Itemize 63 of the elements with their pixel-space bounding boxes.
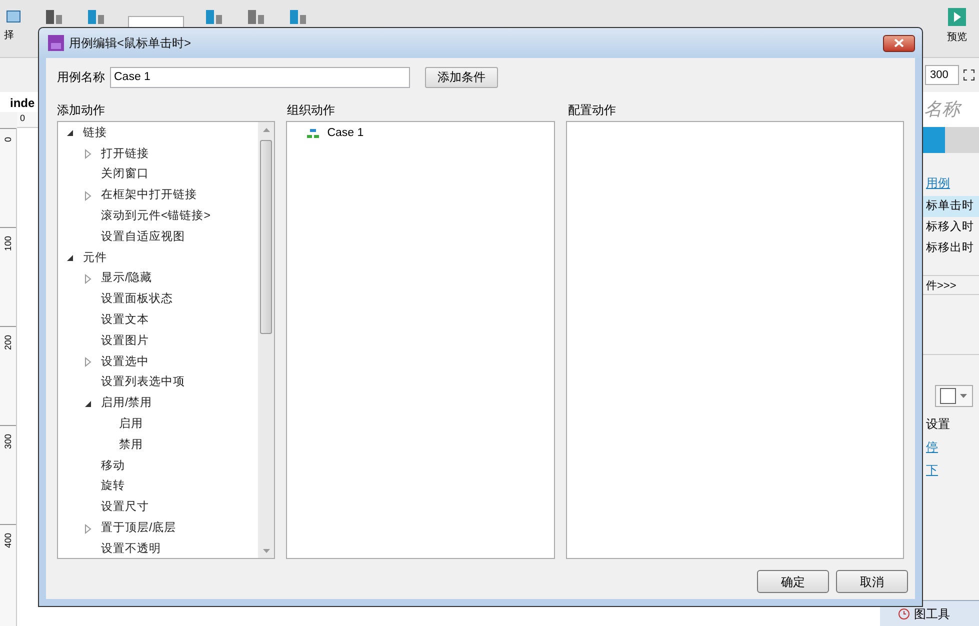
tree-item[interactable]: 设置自适应视图 — [101, 228, 185, 246]
dropdown-caret-icon — [960, 394, 967, 398]
expanded-triangle-icon[interactable] — [66, 129, 74, 138]
add-condition-button[interactable]: 添加条件 — [425, 66, 498, 88]
expanded-triangle-icon[interactable] — [66, 254, 74, 262]
tree-item[interactable]: 设置列表选中项 — [101, 374, 185, 392]
ruler-label: 400 — [2, 533, 14, 548]
ruler-label: 200 — [2, 335, 14, 350]
collapsed-triangle-icon[interactable] — [84, 524, 92, 534]
tree-item[interactable]: 设置选中 — [101, 354, 149, 371]
ruler-label: 300 — [2, 434, 14, 450]
case-name-label: 用例名称 — [57, 69, 106, 86]
tree-item[interactable]: 移动 — [101, 458, 125, 475]
dialog-title: 用例编辑<鼠标单击时> — [69, 35, 192, 52]
collapsed-triangle-icon[interactable] — [84, 274, 92, 284]
case-name-field[interactable]: Case 1 — [110, 66, 410, 88]
tree-item[interactable]: 打开链接 — [101, 146, 149, 163]
play-icon[interactable] — [948, 8, 966, 26]
clock-icon — [898, 608, 910, 620]
column-heading: 添加动作 — [57, 102, 106, 117]
tree-item[interactable]: 启用/禁用 — [101, 395, 152, 412]
scroll-thumb[interactable] — [260, 140, 272, 334]
width-field[interactable]: 300 — [925, 65, 959, 85]
case-tree-icon — [307, 129, 320, 139]
dialog-button[interactable]: 取消 — [836, 570, 908, 593]
tree-item[interactable]: 滚动到元件<锚链接> — [101, 208, 210, 226]
tree-item[interactable]: 设置文本 — [101, 312, 149, 330]
tree-item[interactable]: 置于顶层/底层 — [101, 520, 176, 538]
tree-item[interactable]: 元件 — [83, 250, 107, 267]
tree-item[interactable]: 启用 — [119, 416, 143, 434]
state-link[interactable]: 下 — [926, 461, 938, 479]
settings-label: 设置 — [925, 416, 951, 433]
tree-item[interactable]: 链接 — [83, 124, 107, 142]
ruler-label: 0 — [2, 137, 14, 142]
fit-icon — [963, 69, 975, 81]
scrollbar[interactable] — [258, 122, 274, 558]
close-icon — [894, 39, 904, 47]
tree-item[interactable]: 显示/隐藏 — [101, 270, 152, 288]
collapsed-triangle-icon[interactable] — [84, 149, 92, 160]
case-item[interactable]: Case 1 — [327, 125, 364, 143]
close-button[interactable] — [883, 34, 915, 52]
collapsed-triangle-icon[interactable] — [84, 190, 92, 201]
ruler-label: 100 — [2, 236, 14, 252]
page-tab[interactable]: inde — [10, 94, 35, 112]
column-heading: 配置动作 — [568, 102, 616, 117]
tree-item[interactable]: 在框架中打开链接 — [101, 187, 197, 204]
color-picker[interactable] — [935, 385, 973, 407]
expanded-triangle-icon[interactable] — [84, 400, 92, 408]
state-link[interactable]: 停 — [926, 438, 938, 456]
preview-label: 预览 — [947, 31, 967, 45]
tree-item[interactable]: 禁用 — [119, 436, 143, 454]
tree-item[interactable]: 设置图片 — [101, 332, 149, 350]
tree-item[interactable]: 设置面板状态 — [101, 291, 173, 308]
scroll-down-icon[interactable] — [262, 549, 270, 553]
tree-item[interactable]: 设置不透明 — [101, 540, 161, 558]
dialog-button[interactable]: 确定 — [757, 570, 829, 593]
column-heading: 组织动作 — [287, 102, 336, 117]
tree-item[interactable]: 关闭窗口 — [101, 166, 149, 184]
collapsed-triangle-icon[interactable] — [84, 357, 92, 368]
toolbar-label: 择 — [4, 29, 14, 43]
app-logo-icon — [48, 35, 64, 51]
tree-item[interactable]: 旋转 — [101, 478, 125, 496]
tree-item[interactable]: 设置尺寸 — [101, 499, 149, 516]
